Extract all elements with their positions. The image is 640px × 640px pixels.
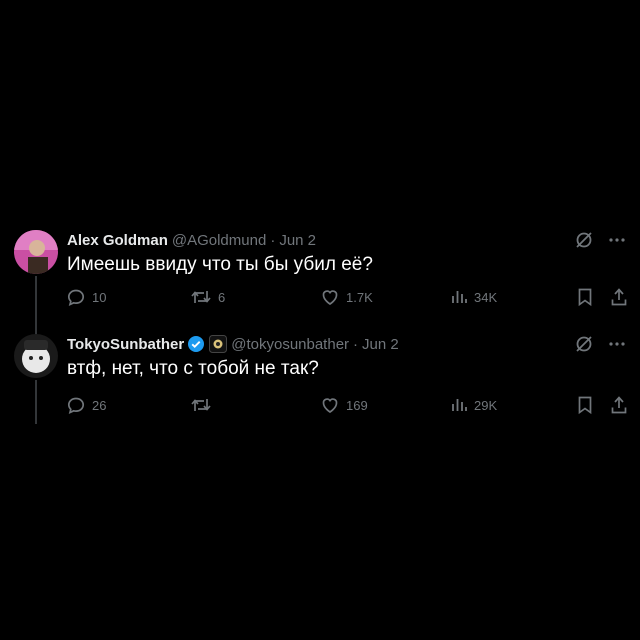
views-icon [450, 395, 468, 415]
reply-icon [66, 395, 86, 415]
separator: · [353, 335, 359, 353]
like-count: 1.7K [346, 289, 373, 305]
tweet-1[interactable]: Alex Goldman @AGoldmund · Jun 2 Имеешь в… [0, 230, 640, 336]
bookmark-icon [576, 287, 594, 307]
tweet-header: TokyoSunbather @tokyosunbather · Jun 2 [67, 334, 399, 354]
share-icon [610, 395, 628, 415]
share-icon [610, 287, 628, 307]
author-name[interactable]: TokyoSunbather [67, 336, 184, 353]
like-button[interactable]: 1.7K [320, 287, 373, 307]
tweet-2[interactable]: TokyoSunbather @tokyosunbather · Jun 2 в… [0, 334, 640, 424]
grok-icon[interactable] [574, 230, 594, 250]
tweet-top-icons [574, 230, 626, 250]
repost-icon [190, 287, 212, 307]
share-button[interactable] [610, 395, 628, 415]
views-count: 34K [474, 289, 498, 305]
bookmark-icon [576, 395, 594, 415]
reply-icon [66, 287, 86, 307]
thread-line [35, 276, 37, 336]
author-handle[interactable]: @AGoldmund [172, 232, 266, 249]
repost-icon [190, 395, 212, 415]
like-button[interactable]: 169 [320, 395, 368, 415]
reply-count: 10 [92, 289, 107, 305]
thread-line [35, 380, 37, 424]
bookmark-button[interactable] [576, 287, 594, 307]
views-count: 29K [474, 397, 498, 413]
avatar[interactable] [14, 230, 58, 274]
affiliate-badge-icon [209, 335, 228, 353]
tweet-date[interactable]: Jun 2 [279, 232, 316, 249]
action-bar: 10 6 1.7K 34K [66, 287, 632, 307]
repost-count: 6 [218, 289, 226, 305]
tweet-top-icons [574, 334, 626, 354]
like-count: 169 [346, 397, 368, 413]
reply-button[interactable]: 10 [66, 287, 106, 307]
verified-badge-icon [187, 335, 205, 353]
author-name[interactable]: Alex Goldman [67, 232, 168, 249]
repost-button[interactable] [190, 395, 218, 415]
tweet-text: Имеешь ввиду что ты бы убил её? [67, 254, 373, 275]
more-icon[interactable] [608, 230, 626, 250]
like-icon [320, 395, 340, 415]
repost-button[interactable]: 6 [190, 287, 225, 307]
views-button[interactable]: 34K [450, 287, 497, 307]
tweet-text: втф, нет, что с тобой не так? [67, 358, 319, 379]
separator: · [270, 231, 276, 249]
reply-button[interactable]: 26 [66, 395, 106, 415]
tweet-date[interactable]: Jun 2 [362, 336, 399, 353]
avatar[interactable] [14, 334, 58, 378]
bookmark-button[interactable] [576, 395, 594, 415]
tweet-header: Alex Goldman @AGoldmund · Jun 2 [67, 230, 316, 250]
reply-count: 26 [92, 397, 107, 413]
share-button[interactable] [610, 287, 628, 307]
like-icon [320, 287, 340, 307]
views-button[interactable]: 29K [450, 395, 497, 415]
more-icon[interactable] [608, 334, 626, 354]
author-handle[interactable]: @tokyosunbather [231, 336, 349, 353]
action-bar: 26 169 29K [66, 395, 632, 415]
views-icon [450, 287, 468, 307]
grok-icon[interactable] [574, 334, 594, 354]
